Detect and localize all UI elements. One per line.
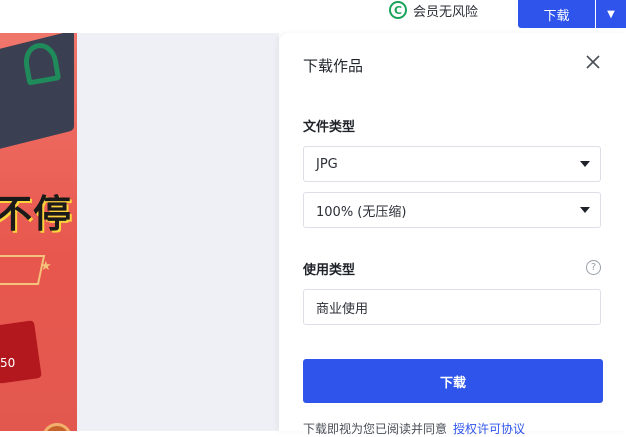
- header-download-button[interactable]: 下载: [518, 0, 595, 28]
- caret-down-icon: [580, 207, 590, 213]
- usage-value: 商业使用: [316, 301, 369, 317]
- poster-banner: [0, 255, 46, 285]
- copyright-c-icon: C: [389, 1, 407, 19]
- help-icon[interactable]: ?: [586, 260, 601, 275]
- download-button[interactable]: 下载: [303, 359, 603, 403]
- vip-text: 会员无风险: [413, 4, 479, 20]
- top-bar: C 会员无风险 下载 ▼: [0, 0, 626, 33]
- download-dropdown-icon[interactable]: ▼: [596, 0, 626, 28]
- license-agreement-link[interactable]: 授权许可协议: [453, 422, 525, 436]
- usage-type-label: 使用类型: [303, 263, 356, 278]
- agreement-text: 下载即视为您已阅读并同意: [303, 422, 448, 436]
- quality-value: 100% (无压缩): [316, 204, 407, 220]
- red-scroll-image: [0, 320, 42, 384]
- close-icon[interactable]: [584, 53, 602, 71]
- file-type-label: 文件类型: [303, 120, 356, 135]
- coin-image: [42, 423, 72, 431]
- format-value: JPG: [316, 156, 338, 172]
- format-select[interactable]: JPG: [303, 146, 601, 182]
- poster-preview[interactable]: 不停 ★ 50: [0, 33, 77, 431]
- panel-title: 下载作品: [303, 57, 364, 75]
- quality-select[interactable]: 100% (无压缩): [303, 192, 601, 228]
- usage-field[interactable]: 商业使用: [303, 289, 601, 325]
- download-panel: 下载作品 文件类型 JPG 100% (无压缩) 使用类型 ? 商业使用 下载 …: [279, 33, 626, 436]
- poster-price: 50: [0, 356, 16, 370]
- agreement-note: 下载即视为您已阅读并同意 授权许可协议: [303, 420, 525, 437]
- vip-guarantee[interactable]: C 会员无风险: [389, 0, 478, 20]
- caret-down-icon: [580, 161, 590, 167]
- poster-headline: 不停: [0, 192, 73, 236]
- star-icon: ★: [40, 259, 52, 274]
